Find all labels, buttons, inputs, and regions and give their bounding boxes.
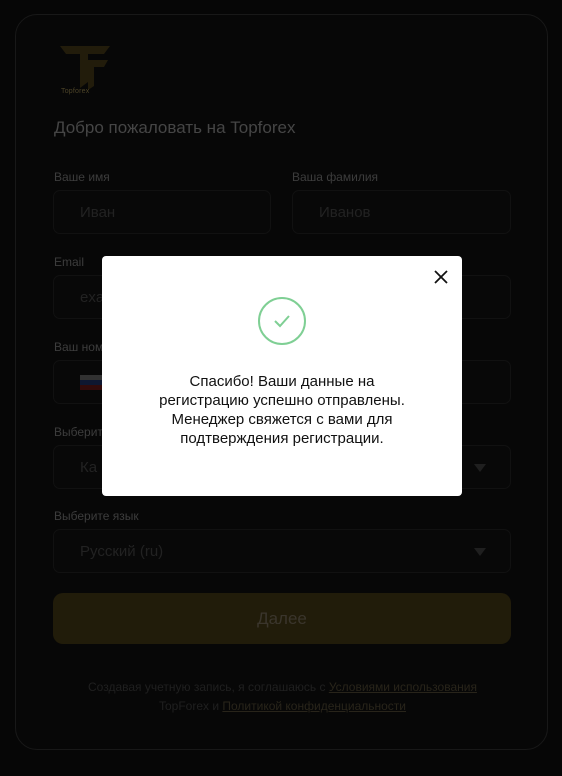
success-message: Спасибо! Ваши данные на регистрацию успе… xyxy=(159,373,405,447)
success-check-icon xyxy=(258,297,306,345)
success-modal: Спасибо! Ваши данные на регистрацию успе… xyxy=(102,256,462,496)
close-icon[interactable] xyxy=(432,268,450,286)
